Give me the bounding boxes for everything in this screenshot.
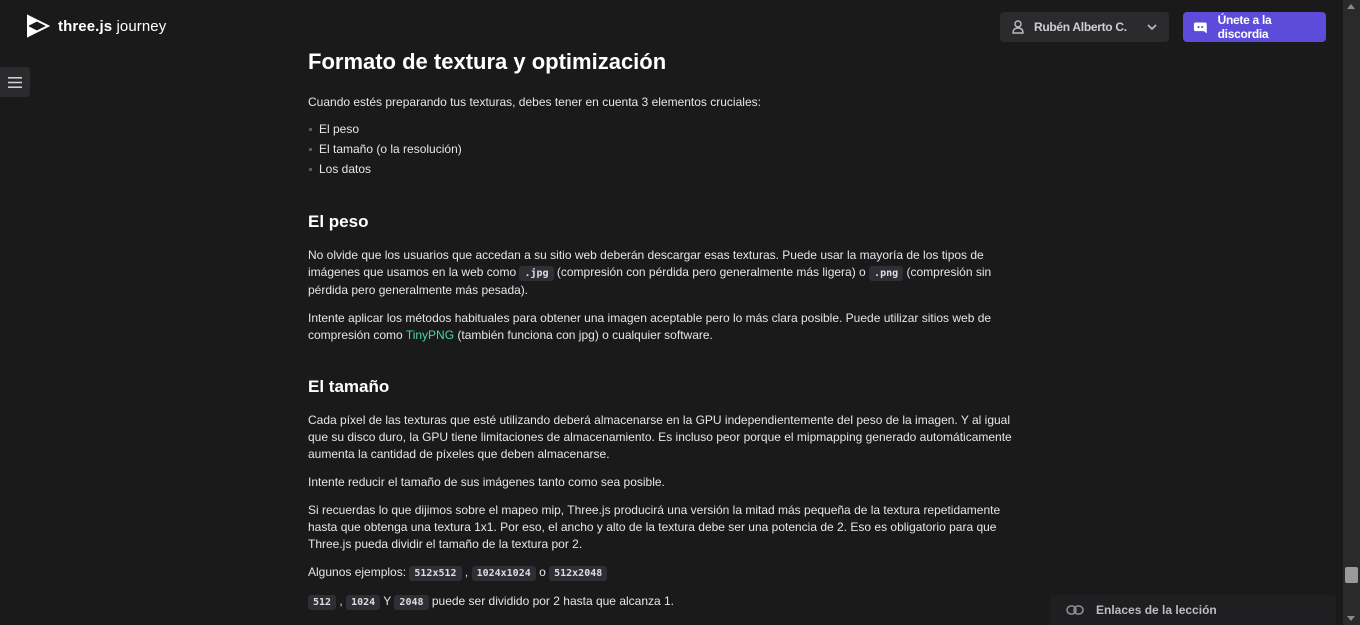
code-512x2048: 512x2048 xyxy=(549,566,608,581)
hamburger-menu-icon xyxy=(8,76,22,88)
user-menu-button[interactable]: Rubén Alberto C. xyxy=(1000,12,1169,42)
code-512: 512 xyxy=(308,595,337,610)
section-heading-weight: El peso xyxy=(308,212,369,231)
site-logo[interactable]: three.js journey xyxy=(26,14,166,38)
threejs-logo-icon xyxy=(27,14,50,38)
lesson-links-button[interactable]: Enlaces de la lección xyxy=(1050,595,1336,625)
code-jpg: .jpg xyxy=(519,266,554,281)
code-1024: 1024 xyxy=(346,595,381,610)
article-title: Formato de textura y optimización xyxy=(308,49,667,74)
list-item: Los datos xyxy=(308,161,462,181)
list-item: El peso xyxy=(308,121,462,141)
scroll-up-arrow-icon[interactable] xyxy=(1347,4,1355,9)
size-powers-paragraph: 512 , 1024 Y 2048 puede ser dividido por… xyxy=(308,593,1030,611)
code-512x512: 512x512 xyxy=(409,566,462,581)
list-item: El tamaño (o la resolución) xyxy=(308,141,462,161)
crucial-elements-list: El peso El tamaño (o la resolución) Los … xyxy=(308,121,462,181)
user-icon xyxy=(1012,20,1024,34)
chevron-down-icon xyxy=(1147,23,1157,30)
lesson-links-label: Enlaces de la lección xyxy=(1096,603,1217,617)
scrollbar-thumb[interactable] xyxy=(1345,567,1358,583)
scroll-down-arrow-icon[interactable] xyxy=(1347,616,1355,621)
discord-button-label: Únete a la discordia xyxy=(1217,13,1272,41)
size-paragraph-1: Cada píxel de las texturas que esté util… xyxy=(308,413,1012,461)
logo-text: three.js journey xyxy=(58,17,167,35)
weight-paragraph-2: Intente aplicar los métodos habituales p… xyxy=(308,311,992,342)
code-2048: 2048 xyxy=(394,595,429,610)
section-heading-size: El tamaño xyxy=(308,377,390,396)
page-scrollbar[interactable] xyxy=(1343,0,1360,625)
discord-icon xyxy=(1193,21,1207,33)
tinypng-link[interactable]: TinyPNG xyxy=(406,328,454,342)
sidebar-toggle-button[interactable] xyxy=(0,67,30,97)
code-1024x1024: 1024x1024 xyxy=(471,566,536,581)
code-png: .png xyxy=(869,266,904,281)
size-paragraph-3: Si recuerdas lo que dijimos sobre el map… xyxy=(308,503,1001,551)
intro-paragraph: Cuando estés preparando tus texturas, de… xyxy=(308,95,761,109)
weight-paragraph-1: No olvide que los usuarios que accedan a… xyxy=(308,248,992,297)
size-paragraph-2: Intente reducir el tamaño de sus imágene… xyxy=(308,475,665,489)
join-discord-button[interactable]: Únete a la discordia xyxy=(1183,12,1326,42)
user-name: Rubén Alberto C. xyxy=(1034,20,1127,34)
link-icon xyxy=(1066,605,1084,615)
size-examples-paragraph: Algunos ejemplos: 512x512 , 1024x1024 o … xyxy=(308,564,1030,582)
